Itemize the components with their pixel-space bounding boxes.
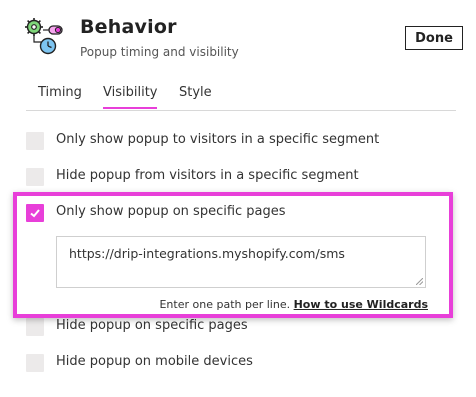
segment-only-checkbox[interactable] xyxy=(26,132,44,150)
option-label: Only show popup on specific pages xyxy=(56,204,286,219)
pages-only-checkbox[interactable] xyxy=(26,204,44,222)
tab-bar: Timing Visibility Style xyxy=(26,82,456,111)
pages-hide-checkbox[interactable] xyxy=(26,318,44,336)
wildcards-help-link[interactable]: How to use Wildcards xyxy=(294,298,428,311)
gear-clock-icon xyxy=(25,18,63,55)
tab-visibility[interactable]: Visibility xyxy=(103,85,158,109)
option-label: Hide popup from visitors in a specific s… xyxy=(56,168,359,183)
segment-hide-checkbox[interactable] xyxy=(26,168,44,186)
helper-instruction: Enter one path per line. xyxy=(159,298,291,311)
mobile-hide-checkbox[interactable] xyxy=(26,354,44,372)
resize-handle-icon[interactable] xyxy=(416,278,423,285)
helper-text: Enter one path per line. How to use Wild… xyxy=(159,298,428,311)
tab-timing[interactable]: Timing xyxy=(38,85,82,107)
option-label: Only show popup to visitors in a specifi… xyxy=(56,132,380,147)
option-label: Hide popup on specific pages xyxy=(56,318,248,333)
done-button[interactable]: Done xyxy=(405,26,463,50)
pages-textarea-value: https://drip-integrations.myshopify.com/… xyxy=(69,246,345,261)
panel-subtitle: Popup timing and visibility xyxy=(80,45,239,59)
checkmark-icon xyxy=(30,209,40,218)
tab-style[interactable]: Style xyxy=(179,85,212,107)
pages-textarea[interactable]: https://drip-integrations.myshopify.com/… xyxy=(56,236,426,288)
panel-title: Behavior xyxy=(80,16,177,38)
panel-header: Behavior Popup timing and visibility Don… xyxy=(0,0,476,70)
option-label: Hide popup on mobile devices xyxy=(56,354,253,369)
